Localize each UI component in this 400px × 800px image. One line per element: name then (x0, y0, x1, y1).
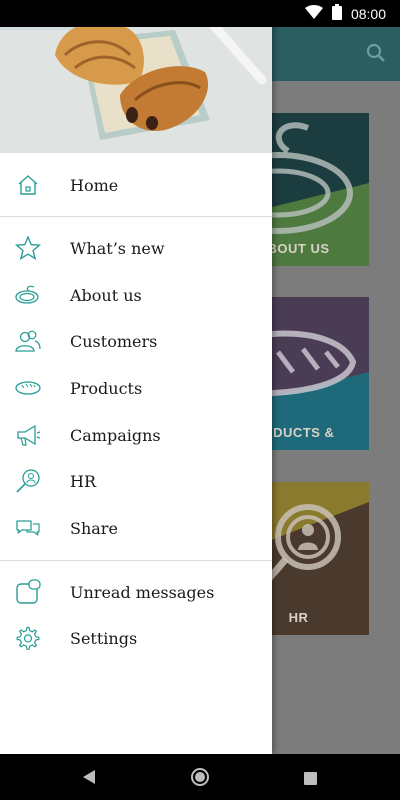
menu-item-label: Share (70, 518, 118, 538)
menu-item-label: About us (70, 285, 142, 305)
search-icon[interactable] (366, 43, 386, 67)
home-icon (14, 171, 42, 199)
menu-item-customers[interactable]: Customers (0, 318, 272, 364)
people-icon (14, 327, 42, 355)
menu-item-label: Products (70, 378, 143, 398)
menu-item-label: HR (70, 471, 96, 491)
menu-item-label: Home (70, 175, 119, 195)
menu-item-share[interactable]: Share (0, 505, 272, 551)
navigation-bar (0, 754, 400, 800)
gear-icon (14, 624, 42, 652)
recents-icon[interactable] (304, 770, 317, 789)
status-bar: 08:00 (0, 0, 400, 27)
menu-item-hr[interactable]: HR (0, 458, 272, 504)
clock: 08:00 (350, 5, 386, 22)
menu-item-label: Customers (70, 331, 158, 351)
menu-item-unread-messages[interactable]: Unread messages (0, 569, 272, 615)
back-icon[interactable] (82, 769, 96, 789)
menu-item-campaigns[interactable]: Campaigns (0, 412, 272, 458)
chat-bubbles-icon (14, 514, 42, 542)
menu-item-settings[interactable]: Settings (0, 615, 272, 661)
home-circle-icon[interactable] (190, 767, 210, 791)
bread-icon (14, 374, 42, 402)
swirl-icon (14, 281, 42, 309)
message-icon (14, 578, 42, 606)
menu-item-label: What’s new (70, 238, 165, 258)
navigation-drawer: Home What’s new About us Customers Produ… (0, 0, 272, 754)
menu-item-label: Unread messages (70, 582, 215, 602)
wifi-icon (304, 5, 323, 22)
menu-item-products[interactable]: Products (0, 365, 272, 411)
megaphone-icon (14, 421, 42, 449)
menu-divider (0, 560, 272, 561)
menu-item-about-us[interactable]: About us (0, 272, 272, 318)
star-icon (14, 234, 42, 262)
menu-divider (0, 216, 272, 217)
menu-item-whats-new[interactable]: What’s new (0, 225, 272, 271)
menu-item-label: Settings (70, 628, 138, 648)
menu-item-home[interactable]: Home (0, 162, 272, 208)
menu-item-label: Campaigns (70, 425, 161, 445)
magnifier-person-icon (14, 467, 42, 495)
battery-icon (331, 4, 342, 23)
